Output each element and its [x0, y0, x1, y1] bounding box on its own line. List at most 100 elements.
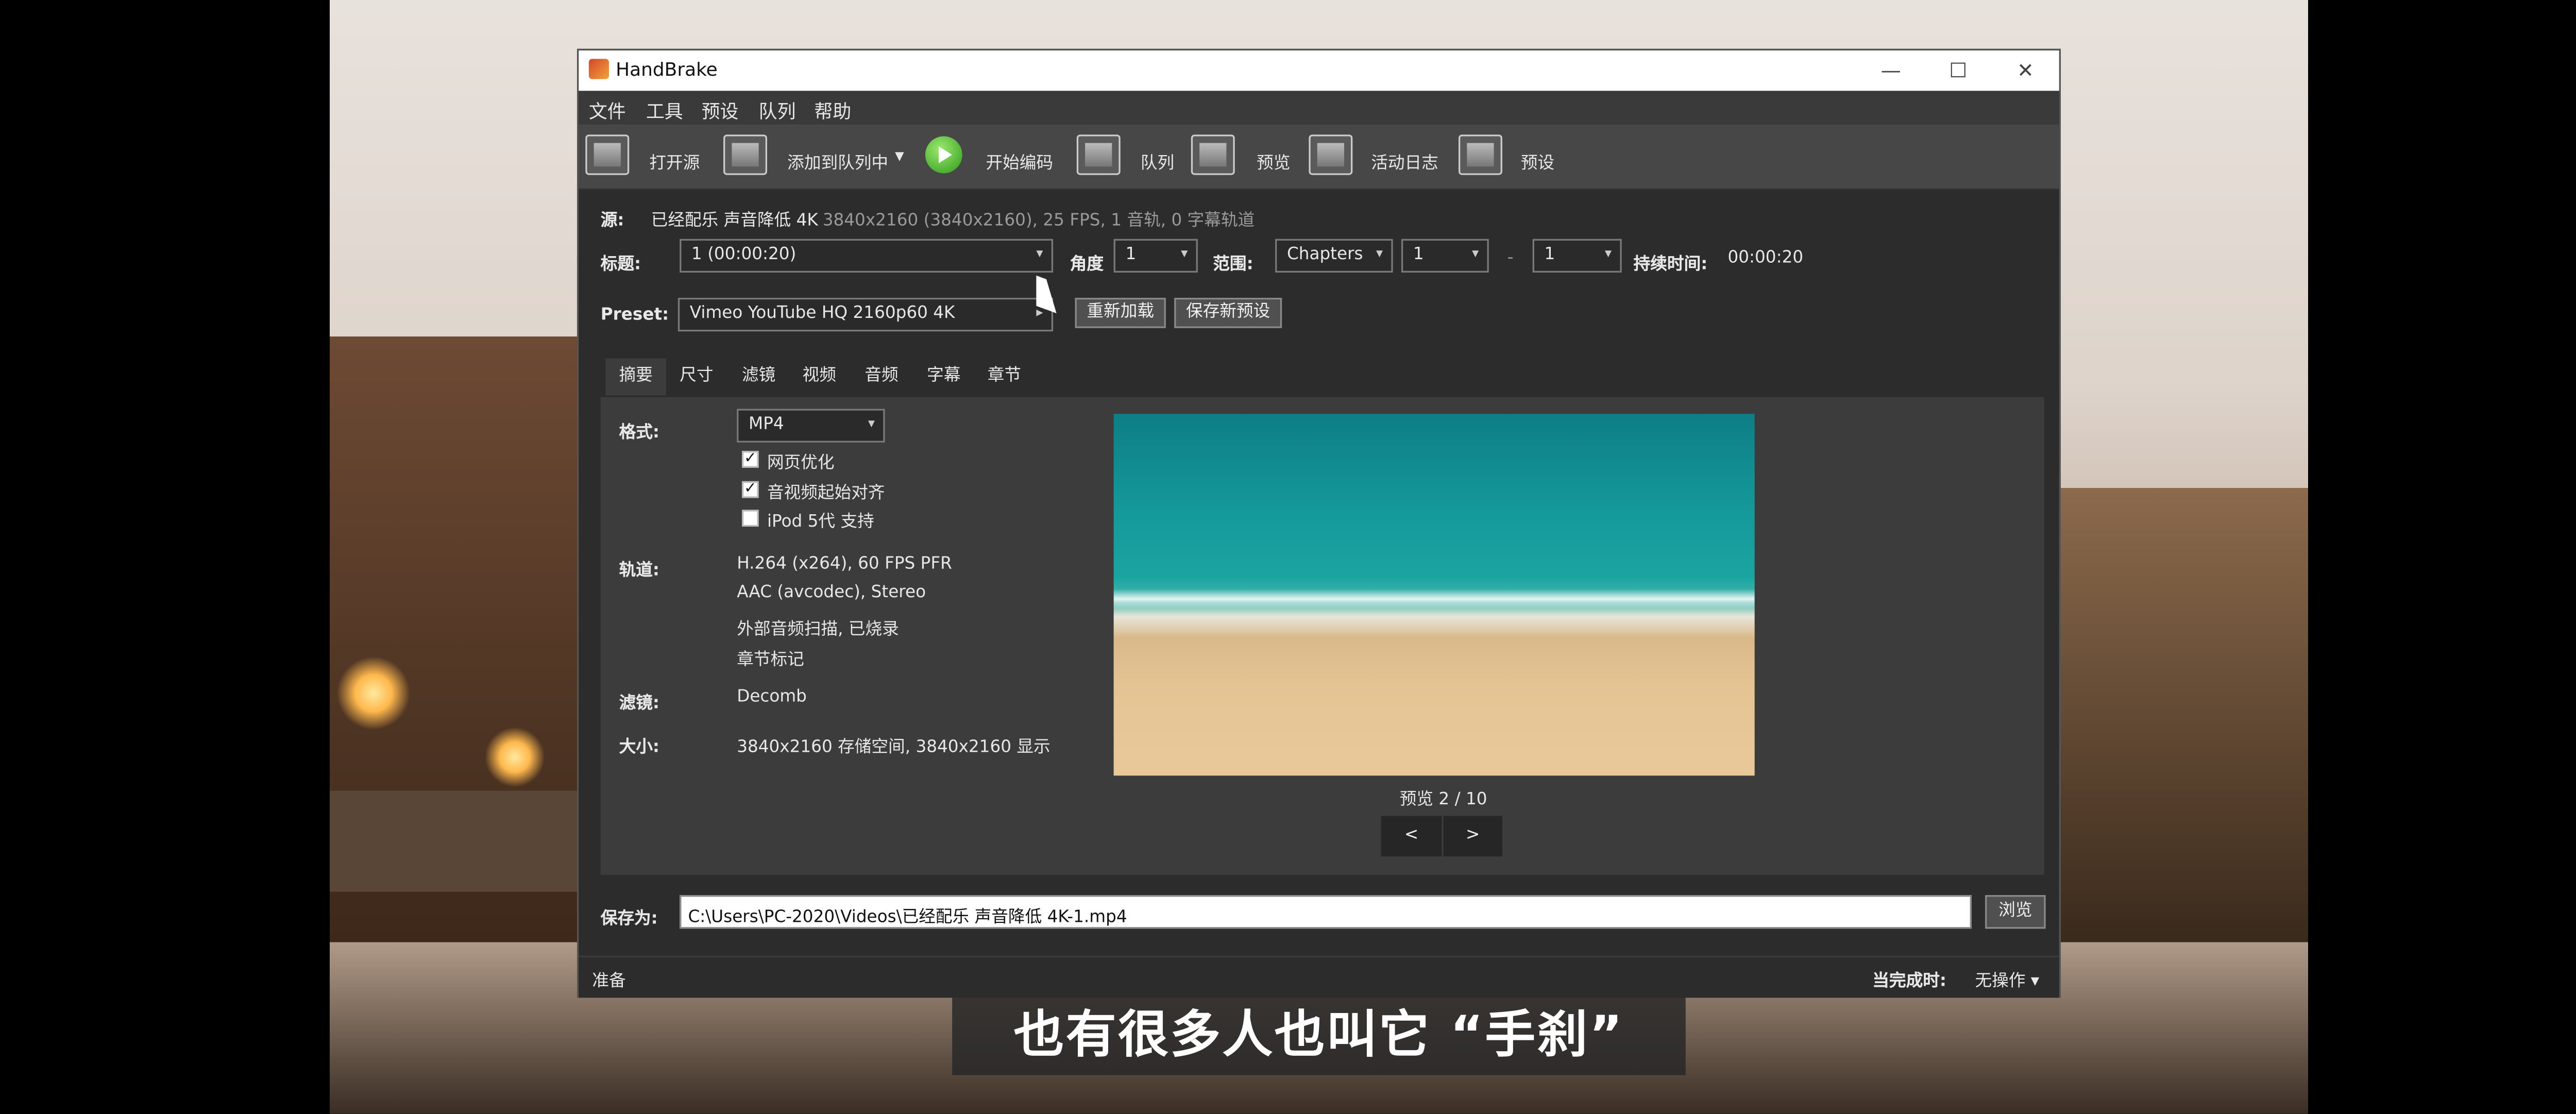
size-label: 大小:	[619, 738, 659, 757]
ipod-5g-label: iPod 5代 支持	[767, 513, 874, 532]
duration-label: 持续时间:	[1633, 256, 1708, 275]
web-optimized-label: 网页优化	[767, 454, 835, 473]
align-av-start-label: 音视频起始对齐	[767, 484, 885, 503]
preview-prev-button[interactable]: <	[1381, 816, 1442, 857]
start-encode-button[interactable]: 开始编码	[986, 148, 1053, 173]
source-label: 源:	[600, 212, 624, 231]
handbrake-window: HandBrake — ☐ ✕ 文件 工具 预设 队列 帮助 打开源 添加到队列…	[577, 48, 2061, 998]
ipod-5g-checkbox[interactable]	[741, 510, 759, 527]
title-bar: HandBrake — ☐ ✕	[579, 50, 2059, 91]
angle-label: 角度	[1070, 256, 1104, 275]
filters-value: Decomb	[737, 688, 807, 707]
menu-bar: 文件 工具 预设 队列 帮助	[579, 91, 2059, 125]
film-clapper-icon[interactable]	[585, 134, 630, 175]
range-start-select[interactable]: 1 ▾	[1401, 239, 1489, 273]
track-chapters: 章节标记	[737, 651, 804, 670]
preset-label: Preset:	[600, 306, 669, 325]
chevron-down-icon: ▾	[1376, 245, 1383, 261]
chevron-down-icon[interactable]: ▼	[895, 150, 904, 163]
menu-queue[interactable]: 队列	[759, 97, 796, 124]
range-dash: -	[1507, 249, 1514, 268]
preset-select-value: Vimeo YouTube HQ 2160p60 4K	[689, 305, 955, 323]
status-text: 准备	[592, 972, 626, 991]
size-value: 3840x2160 存储空间, 3840x2160 显示	[737, 738, 1050, 757]
preview-button[interactable]: 预览	[1257, 148, 1290, 173]
title-select[interactable]: 1 (00:00:20) ▾	[680, 239, 1054, 273]
range-type-select[interactable]: Chapters ▾	[1275, 239, 1393, 273]
add-image-icon[interactable]	[723, 134, 767, 175]
source-info: 3840x2160 (3840x2160), 25 FPS, 1 音轨, 0 字…	[822, 212, 1255, 231]
menu-file[interactable]: 文件	[589, 97, 626, 124]
preview-wave	[1113, 588, 1755, 610]
when-done-dropdown[interactable]: 无操作 ▾	[1975, 966, 2039, 991]
format-label: 格式:	[619, 424, 659, 443]
save-path-input[interactable]: C:\Users\PC-2020\Videos\已经配乐 声音降低 4K-1.m…	[680, 895, 1972, 929]
menu-presets[interactable]: 预设	[702, 97, 739, 124]
close-button[interactable]: ✕	[1992, 50, 2059, 91]
tab-summary[interactable]: 摘要	[605, 358, 667, 396]
video-subtitle: 也有很多人也叫它 “手刹”	[952, 998, 1686, 1075]
format-select[interactable]: MP4 ▾	[737, 409, 885, 443]
presets-button[interactable]: 预设	[1521, 148, 1554, 173]
tab-chapters[interactable]: 章节	[974, 359, 1035, 396]
presets-gear-icon[interactable]	[1459, 134, 1502, 175]
preview-caption: 预览 2 / 10	[1399, 790, 1487, 809]
toolbar: 打开源 添加到队列中 ▼ 开始编码 队列 预览 活动日志 预设	[579, 124, 2059, 190]
duration-value: 00:00:20	[1727, 249, 1804, 268]
background-building-right	[2059, 487, 2308, 942]
tab-filters[interactable]: 滤镜	[728, 359, 789, 396]
chevron-down-icon: ▾	[868, 415, 875, 431]
queue-icon[interactable]	[1076, 134, 1121, 175]
track-external-audio: 外部音频扫描, 已烧录	[737, 620, 899, 639]
activity-log-button[interactable]: 活动日志	[1371, 148, 1438, 173]
play-icon[interactable]	[925, 136, 962, 174]
filters-label: 滤镜:	[619, 695, 659, 714]
tab-video[interactable]: 视频	[789, 359, 850, 396]
range-end-value: 1	[1544, 245, 1555, 264]
activity-log-icon[interactable]	[1309, 134, 1353, 175]
range-type-value: Chapters	[1286, 245, 1363, 264]
street-lamp-glow	[336, 656, 411, 731]
background-bridge	[329, 790, 582, 892]
when-done-label: 当完成时:	[1872, 972, 1946, 991]
handbrake-logo-icon	[588, 59, 609, 79]
when-done-value: 无操作	[1975, 972, 2026, 991]
angle-select-value: 1	[1125, 245, 1137, 264]
preview-icon[interactable]	[1191, 134, 1235, 175]
maximize-button[interactable]: ☐	[1925, 50, 1992, 91]
tab-audio[interactable]: 音频	[851, 359, 912, 396]
title-label: 标题:	[600, 256, 641, 275]
save-new-preset-button[interactable]: 保存新预设	[1174, 297, 1282, 328]
track-video: H.264 (x264), 60 FPS PFR	[737, 555, 952, 574]
range-end-select[interactable]: 1 ▾	[1532, 239, 1622, 273]
window-title: HandBrake	[616, 59, 718, 81]
preset-select[interactable]: Vimeo YouTube HQ 2160p60 4K ▸	[677, 297, 1054, 332]
web-optimized-checkbox[interactable]: ✓	[741, 451, 759, 468]
browse-button[interactable]: 浏览	[1985, 895, 2046, 929]
chevron-down-icon: ▾	[2025, 972, 2040, 991]
menu-tools[interactable]: 工具	[646, 97, 683, 124]
format-select-value: MP4	[749, 415, 784, 434]
chevron-down-icon: ▾	[1472, 245, 1479, 261]
align-av-start-checkbox[interactable]: ✓	[741, 481, 759, 498]
reload-preset-button[interactable]: 重新加载	[1075, 297, 1166, 328]
title-select-value: 1 (00:00:20)	[691, 245, 796, 264]
source-name: 已经配乐 声音降低 4K	[651, 212, 818, 231]
open-source-button[interactable]: 打开源	[649, 148, 700, 173]
tab-dimensions[interactable]: 尺寸	[666, 359, 727, 396]
preview-image	[1113, 414, 1755, 776]
minimize-button[interactable]: —	[1857, 50, 1925, 91]
add-to-queue-button[interactable]: 添加到队列中	[787, 148, 888, 173]
chevron-down-icon: ▾	[1605, 245, 1612, 261]
queue-button[interactable]: 队列	[1141, 148, 1174, 173]
chevron-down-icon: ▾	[1181, 245, 1188, 261]
angle-select[interactable]: 1 ▾	[1113, 239, 1198, 273]
save-as-label: 保存为:	[600, 910, 658, 929]
tracks-label: 轨道:	[619, 562, 659, 581]
range-start-value: 1	[1413, 245, 1424, 264]
status-bar	[579, 955, 2059, 998]
tab-subtitles[interactable]: 字幕	[913, 359, 974, 396]
preview-next-button[interactable]: >	[1443, 816, 1502, 857]
menu-help[interactable]: 帮助	[814, 97, 851, 124]
street-lamp-glow	[484, 727, 545, 788]
